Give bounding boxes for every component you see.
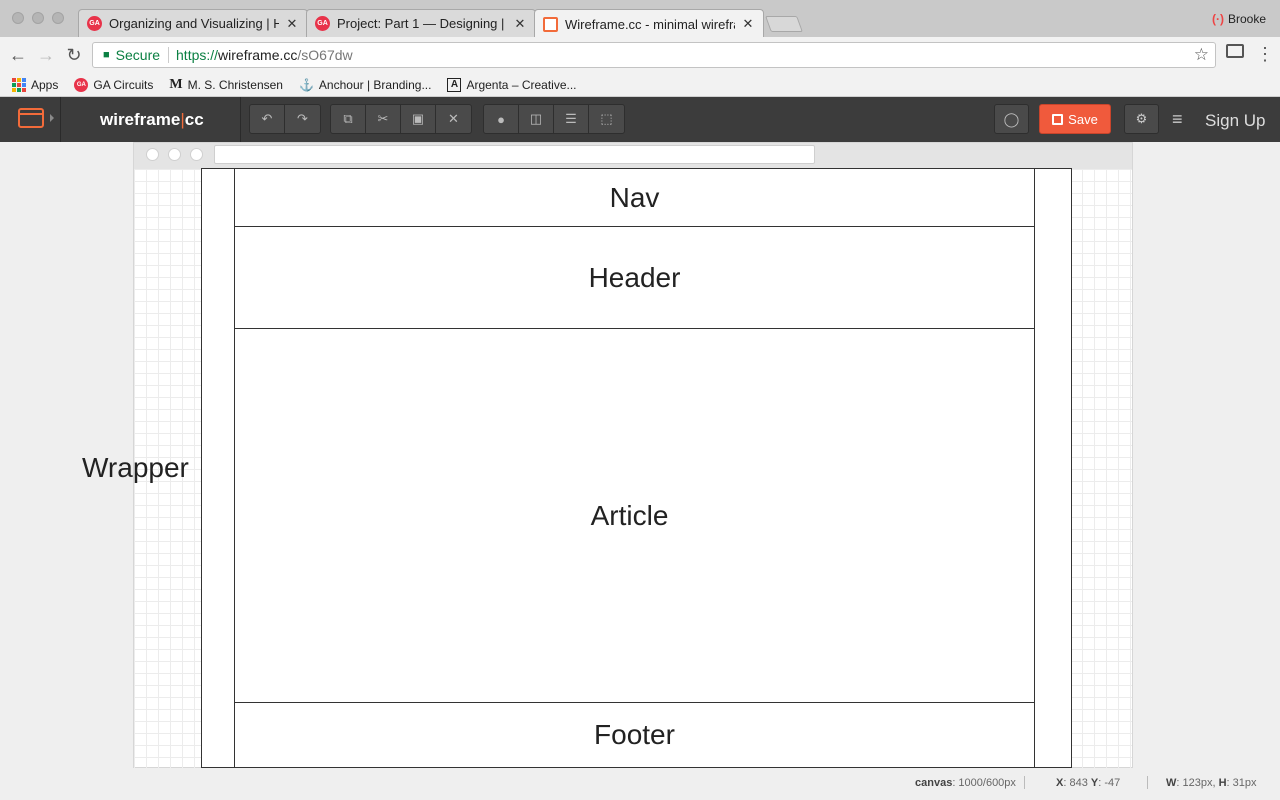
reload-icon[interactable]: ↻ [64, 45, 84, 65]
group-icon[interactable]: ⬚ [589, 105, 624, 133]
divider [1147, 776, 1148, 789]
canvas-url-field [214, 145, 815, 164]
header-label: Header [588, 261, 681, 293]
header-shape[interactable]: Header [234, 226, 1035, 329]
lock-icon: ■ [103, 49, 110, 61]
window-zoom-button[interactable] [52, 12, 64, 24]
article-label: Article [590, 499, 669, 531]
profile-name: Brooke [1227, 12, 1266, 26]
save-icon [1052, 113, 1064, 125]
redo-icon[interactable]: ↷ [285, 105, 320, 133]
delete-icon[interactable]: ✕ [436, 105, 471, 133]
app-toolbar: wireframe|cc ↶ ↷ ⧉ ✂ ▣ ✕ ● ◫ ☰ ⬚ ◯ Save … [0, 97, 1280, 142]
bookmark-ga-circuits[interactable]: GA GA Circuits [74, 77, 154, 92]
save-button[interactable]: Save [1039, 104, 1111, 134]
tab-title: Wireframe.cc - minimal wirefra [565, 16, 735, 32]
address-bar[interactable]: ■ Secure https://wireframe.cc/sO67dw ☆ [92, 42, 1216, 68]
browser-tab-2[interactable]: GA Project: Part 1 — Designing | H ✕ [306, 9, 536, 37]
close-icon[interactable]: ✕ [741, 16, 755, 32]
clipboard-group: ⧉ ✂ ▣ ✕ [330, 104, 472, 134]
cast-icon[interactable] [1226, 44, 1244, 58]
canvas-size-readout: canvas: 1000/600px [915, 777, 1016, 789]
save-label: Save [1068, 111, 1098, 127]
hamburger-menu-icon[interactable]: ≡ [1172, 109, 1183, 130]
browser-toolbar: ← → ↻ ■ Secure https://wireframe.cc/sO67… [0, 37, 1280, 73]
bookmark-label: Argenta – Creative... [466, 77, 577, 92]
a-box-icon: A [447, 77, 462, 92]
divider [240, 97, 241, 142]
close-icon[interactable]: ✕ [285, 16, 299, 32]
divider [1024, 776, 1025, 789]
m-icon: M [169, 76, 183, 92]
profile-button[interactable]: (·) Brooke [1212, 12, 1266, 26]
canvas-browser-header [134, 143, 1132, 169]
ga-icon: GA [315, 16, 330, 31]
undo-icon[interactable]: ↶ [250, 105, 285, 133]
wireframe-icon [543, 16, 558, 32]
signup-link[interactable]: Sign Up [1205, 111, 1265, 131]
browser-tab-1[interactable]: GA Organizing and Visualizing | H ✕ [78, 9, 308, 37]
new-tab-button[interactable] [765, 16, 803, 32]
history-group: ↶ ↷ [249, 104, 321, 134]
divider [60, 97, 61, 142]
caret-right-icon [50, 114, 54, 122]
browser-tab-3[interactable]: Wireframe.cc - minimal wirefra ✕ [534, 9, 764, 38]
copy-icon[interactable]: ⧉ [331, 105, 366, 133]
anchor-icon: ⚓ [298, 77, 314, 92]
comment-icon[interactable]: ◯ [994, 104, 1029, 134]
window-minimize-button[interactable] [32, 12, 44, 24]
close-icon[interactable]: ✕ [513, 16, 527, 32]
browser-menu-icon[interactable]: ⋮ [1256, 44, 1274, 64]
bookmark-anchour[interactable]: ⚓ Anchour | Branding... [299, 78, 431, 92]
bookmark-apps[interactable]: Apps [12, 77, 59, 92]
nav-label: Nav [609, 181, 660, 213]
status-bar: canvas: 1000/600px X: 843 Y: -47 W: 123p… [0, 768, 1280, 800]
canvas-dot [168, 148, 181, 161]
wrapper-label[interactable]: Wrapper [82, 452, 189, 484]
brand-text-cc: cc [184, 110, 204, 129]
app-menu-icon[interactable] [18, 108, 44, 128]
brand-logo: wireframe|cc [100, 110, 204, 130]
brand-text: wireframe [100, 110, 181, 129]
url-scheme: https:// [176, 47, 219, 63]
bookmarks-bar: Apps GA GA Circuits M M. S. Christensen … [0, 73, 1280, 97]
canvas-dot [190, 148, 203, 161]
forward-icon[interactable]: → [36, 45, 56, 65]
bookmark-label: Apps [31, 77, 59, 92]
bookmark-argenta[interactable]: A Argenta – Creative... [447, 77, 577, 92]
selection-size-readout: W: 123px, H: 31px [1166, 777, 1257, 789]
secure-label: Secure [116, 47, 170, 63]
bookmark-ms-christensen[interactable]: M M. S. Christensen [169, 77, 283, 93]
apps-grid-icon [12, 77, 26, 92]
bookmark-label: Anchour | Branding... [318, 77, 432, 92]
settings-icon[interactable]: ⚙ [1124, 104, 1159, 134]
ga-icon: GA [74, 77, 89, 92]
url-host: wireframe.cc [218, 47, 298, 63]
bookmark-star-icon[interactable]: ☆ [1194, 45, 1209, 65]
profile-icon: (·) [1211, 12, 1224, 26]
footer-shape[interactable]: Footer [234, 702, 1035, 768]
paste-icon[interactable]: ▣ [401, 105, 436, 133]
tab-title: Project: Part 1 — Designing | H [337, 16, 507, 31]
canvas-dot [146, 148, 159, 161]
window-close-button[interactable] [12, 12, 24, 24]
tab-title: Organizing and Visualizing | H [109, 16, 279, 31]
align-icon[interactable]: ☰ [554, 105, 589, 133]
footer-label: Footer [594, 719, 675, 750]
back-icon[interactable]: ← [8, 45, 28, 65]
bookmark-label: M. S. Christensen [187, 77, 283, 92]
send-back-icon[interactable]: ◫ [519, 105, 554, 133]
lock-icon[interactable]: ● [484, 105, 519, 133]
arrange-group: ● ◫ ☰ ⬚ [483, 104, 625, 134]
cursor-position-readout: X: 843 Y: -47 [1056, 777, 1121, 789]
cut-icon[interactable]: ✂ [366, 105, 401, 133]
url-path: /sO67dw [297, 47, 353, 63]
article-shape[interactable]: Article [234, 328, 1035, 703]
ga-icon: GA [87, 16, 102, 31]
browser-tabbar: GA Organizing and Visualizing | H ✕ GA P… [0, 0, 1280, 38]
bookmark-label: GA Circuits [93, 77, 154, 92]
nav-shape[interactable]: Nav [234, 168, 1035, 227]
